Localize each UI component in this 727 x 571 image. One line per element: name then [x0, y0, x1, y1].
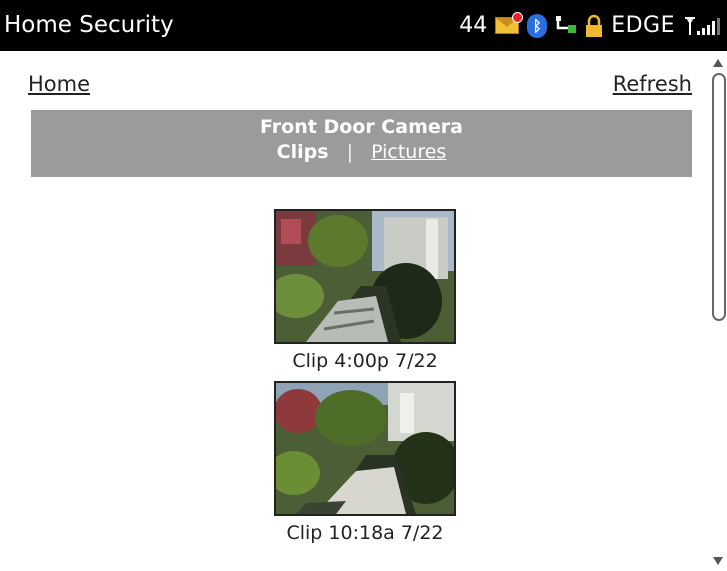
clip-item[interactable]: Clip 4:00p 7/22 — [274, 209, 456, 372]
tab-pictures[interactable]: Pictures — [371, 141, 446, 163]
clip-label[interactable]: Clip 10:18a 7/22 — [274, 522, 456, 544]
message-count: 44 — [459, 13, 488, 38]
clip-item[interactable]: Clip 10:18a 7/22 — [274, 381, 456, 544]
envelope-icon — [495, 12, 524, 34]
home-link[interactable]: Home — [28, 72, 90, 96]
signal-icon — [683, 15, 721, 37]
connection-icon — [555, 15, 577, 37]
refresh-link[interactable]: Refresh — [613, 72, 692, 96]
new-message-dot — [512, 12, 524, 23]
scroll-thumb[interactable] — [712, 73, 726, 321]
bluetooth-icon: ᛒ — [527, 13, 548, 38]
app-title: Home Security — [4, 12, 174, 38]
camera-title: Front Door Camera — [260, 116, 463, 138]
tab-clips: Clips — [276, 141, 329, 163]
status-indicators: 44 ᛒ EDGE — [459, 0, 721, 51]
page-content: Home Refresh Front Door Camera Clips | P… — [0, 51, 709, 571]
scroll-up-arrow-icon[interactable] — [713, 59, 723, 67]
clip-thumbnail[interactable] — [274, 209, 456, 344]
network-type: EDGE — [611, 13, 675, 38]
clip-label[interactable]: Clip 4:00p 7/22 — [274, 350, 456, 372]
lock-icon — [585, 14, 603, 38]
status-bar: Home Security 44 ᛒ EDGE — [0, 0, 727, 51]
media-tabs: Clips | Pictures — [31, 141, 692, 163]
clip-thumbnail[interactable] — [274, 381, 456, 516]
camera-banner: Front Door Camera Clips | Pictures — [31, 110, 692, 177]
scroll-down-arrow-icon[interactable] — [713, 557, 723, 565]
tab-separator: | — [346, 141, 354, 163]
vertical-scrollbar[interactable] — [709, 51, 727, 571]
